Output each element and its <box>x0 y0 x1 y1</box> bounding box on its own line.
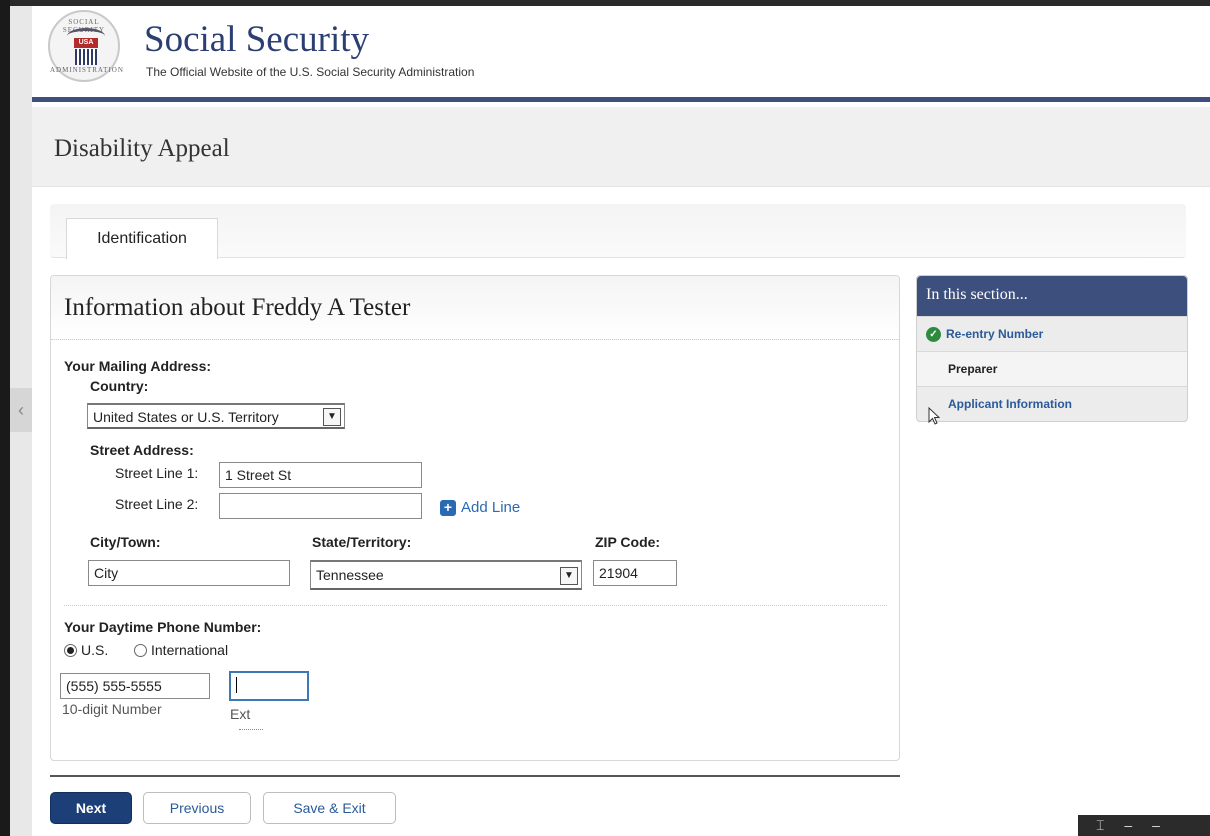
ssa-seal-logo[interactable]: SOCIAL SECURITY USA ADMINISTRATION <box>48 10 124 82</box>
phone-ext-input[interactable] <box>229 671 309 701</box>
street-line-1-value: 1 Street St <box>225 467 292 483</box>
sidebar-item-applicant-information[interactable]: Applicant Information <box>917 386 1187 421</box>
section-sidebar: In this section... ✓ Re-entry Number Pre… <box>916 275 1188 422</box>
street-address-label: Street Address: <box>90 442 194 458</box>
seal-badge: USA <box>74 38 98 48</box>
mouse-pointer-icon <box>928 407 940 425</box>
seal-bottom-text: ADMINISTRATION <box>50 66 124 74</box>
phone-help-text: 10-digit Number <box>62 701 162 717</box>
section-divider <box>64 605 887 606</box>
zip-label: ZIP Code: <box>595 534 661 550</box>
city-value: City <box>94 565 119 581</box>
state-select[interactable]: Tennessee ▼ <box>310 560 582 590</box>
chevron-down-icon: ▼ <box>323 408 341 426</box>
phone-number-input[interactable]: (555) 555-5555 <box>60 673 210 699</box>
street-line-2-input[interactable] <box>219 493 422 519</box>
collapse-chevron-icon[interactable]: ‹ <box>10 388 32 432</box>
state-label: State/Territory: <box>312 534 412 550</box>
sidebar-item-label: Preparer <box>948 362 998 376</box>
country-select-value: United States or U.S. Territory <box>93 409 279 425</box>
zip-input[interactable]: 21904 <box>593 560 677 586</box>
sidebar-item-preparer[interactable]: Preparer <box>917 351 1187 386</box>
sidebar-heading: In this section... <box>917 276 1187 316</box>
next-button[interactable]: Next <box>50 792 132 824</box>
street-line-1-input[interactable]: 1 Street St <box>219 462 422 488</box>
street-line-1-label: Street Line 1: <box>115 465 199 481</box>
plus-icon[interactable]: + <box>440 500 456 516</box>
page-title: Disability Appeal <box>54 135 230 162</box>
tab-identification[interactable]: Identification <box>66 218 218 259</box>
radio-international[interactable] <box>134 644 147 657</box>
state-select-value: Tennessee <box>316 567 384 583</box>
form-heading: Information about Freddy A Tester <box>64 294 411 321</box>
mailing-address-label: Your Mailing Address: <box>64 358 212 374</box>
ext-help-underline <box>239 729 263 730</box>
zip-value: 21904 <box>599 565 638 581</box>
phone-label: Your Daytime Phone Number: <box>64 619 262 635</box>
form-panel: Information about Freddy A Tester Your M… <box>50 275 900 761</box>
tab-strip: Identification <box>50 204 1186 259</box>
text-cursor <box>236 677 237 693</box>
page-title-band: Disability Appeal <box>32 107 1210 187</box>
city-label: City/Town: <box>90 534 161 550</box>
shield-stripes-icon <box>75 49 97 65</box>
radio-us[interactable] <box>64 644 77 657</box>
site-header: SOCIAL SECURITY USA ADMINISTRATION Socia… <box>32 6 1210 102</box>
bottom-rule <box>50 775 900 777</box>
add-line-link[interactable]: Add Line <box>461 499 520 516</box>
ext-help-text: Ext <box>230 706 251 722</box>
save-exit-button[interactable]: Save & Exit <box>263 792 396 824</box>
country-select[interactable]: United States or U.S. Territory ▼ <box>87 403 345 429</box>
city-input[interactable]: City <box>88 560 290 586</box>
country-label: Country: <box>90 378 149 394</box>
form-panel-header: Information about Freddy A Tester <box>51 276 899 340</box>
site: SOCIAL SECURITY USA ADMINISTRATION Socia… <box>32 6 1210 836</box>
previous-button[interactable]: Previous <box>143 792 251 824</box>
site-subtitle: The Official Website of the U.S. Social … <box>146 65 475 79</box>
radio-us-label[interactable]: U.S. <box>81 642 108 658</box>
phone-number-value: (555) 555-5555 <box>66 678 162 694</box>
street-line-2-label: Street Line 2: <box>115 496 199 512</box>
radio-international-label[interactable]: International <box>151 642 228 658</box>
checkmark-icon: ✓ <box>926 327 941 342</box>
sidebar-item-label: Applicant Information <box>948 397 1072 411</box>
window-left-edge <box>0 0 10 836</box>
chevron-down-icon: ▼ <box>560 567 578 585</box>
video-controls-icon[interactable]: ⌶–‒ <box>1078 815 1210 836</box>
sidebar-item-label: Re-entry Number <box>946 327 1044 341</box>
site-title[interactable]: Social Security <box>144 18 369 61</box>
sidebar-item-reentry-number[interactable]: ✓ Re-entry Number <box>917 316 1187 351</box>
